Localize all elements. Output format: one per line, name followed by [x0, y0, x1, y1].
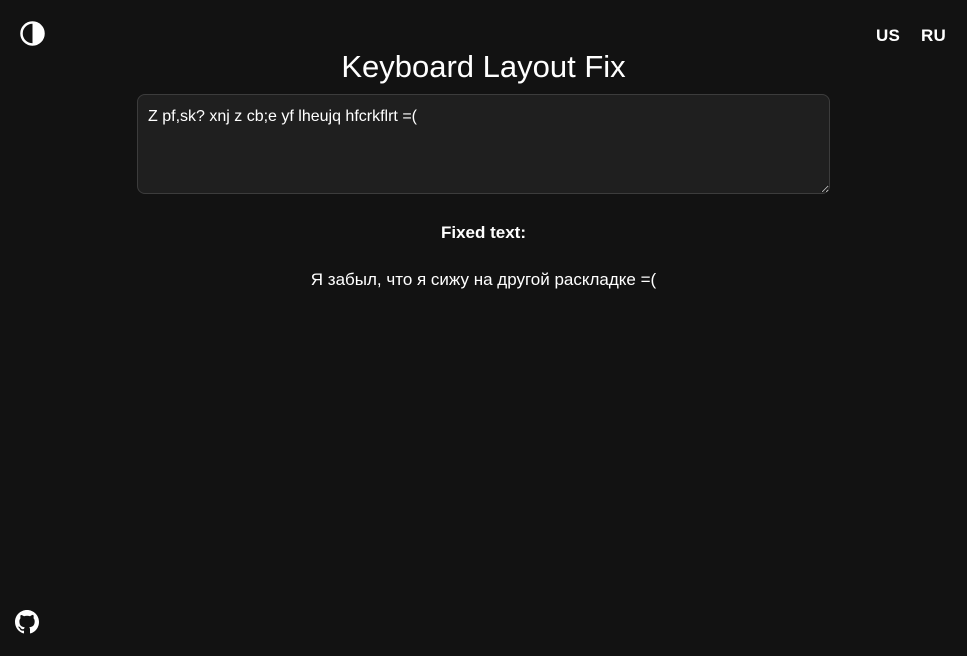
contrast-half-circle-icon — [20, 21, 45, 46]
lang-option-ru[interactable]: RU — [921, 26, 946, 46]
lang-option-us[interactable]: US — [876, 26, 900, 46]
language-switcher: US RU — [876, 26, 946, 46]
theme-toggle-button[interactable] — [20, 21, 45, 46]
app-page: US RU Keyboard Layout Fix Fixed text: Я … — [0, 0, 967, 656]
text-input[interactable] — [137, 94, 830, 194]
github-link[interactable] — [15, 610, 39, 634]
github-icon — [15, 610, 39, 634]
fixed-text-output: Я забыл, что я сижу на другой раскладке … — [310, 270, 657, 289]
fixed-text-label: Fixed text: — [440, 223, 527, 242]
page-title: Keyboard Layout Fix — [341, 49, 626, 84]
